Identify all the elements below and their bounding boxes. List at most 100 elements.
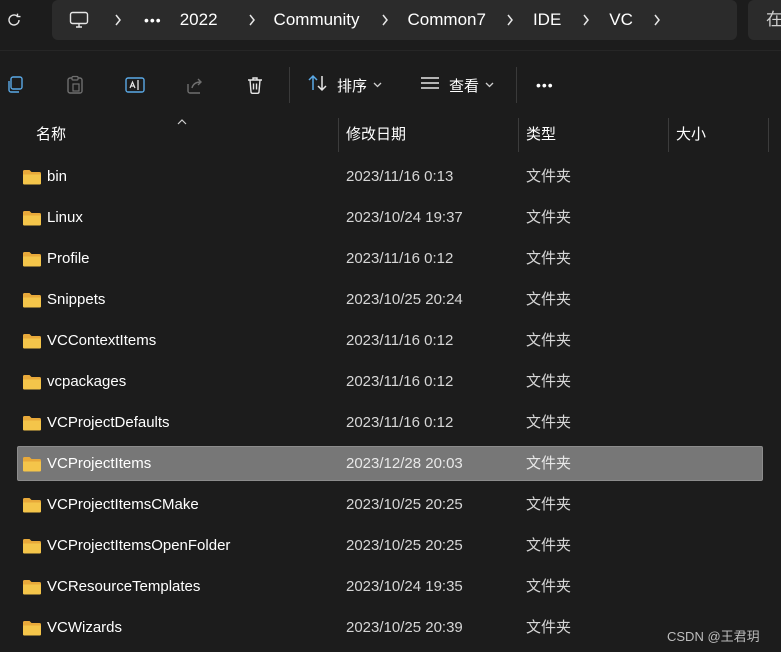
column-divider[interactable] <box>518 118 519 152</box>
address-bar-row: ••• 2022 Community Common7 IDE VC 在 <box>0 0 781 45</box>
view-button[interactable]: 查看 <box>419 73 494 97</box>
chevron-right-icon <box>379 13 391 27</box>
folder-icon <box>22 251 42 267</box>
file-name[interactable]: Linux <box>47 197 83 238</box>
folder-icon <box>22 497 42 513</box>
file-name[interactable]: bin <box>47 156 67 197</box>
file-row[interactable]: VCProjectDefaults 2023/11/16 0:12 文件夹 <box>0 402 781 443</box>
file-type: 文件夹 <box>526 414 572 431</box>
search-box[interactable]: 在 <box>748 0 781 40</box>
file-modified: 2023/11/16 0:12 <box>346 250 454 267</box>
sort-label: 排序 <box>337 77 368 95</box>
file-row[interactable]: VCProjectItems 2023/12/28 20:03 文件夹 <box>0 443 781 484</box>
file-row[interactable]: VCProjectItemsOpenFolder 2023/10/25 20:25… <box>0 525 781 566</box>
file-type: 文件夹 <box>526 578 572 595</box>
folder-icon <box>22 620 42 636</box>
file-name[interactable]: Profile <box>47 238 90 279</box>
file-modified: 2023/12/28 20:03 <box>346 455 463 472</box>
watermark: CSDN @王君玥 <box>667 629 760 644</box>
chevron-right-icon[interactable] <box>651 13 663 27</box>
view-label: 查看 <box>449 77 480 95</box>
file-type: 文件夹 <box>526 455 572 472</box>
file-type: 文件夹 <box>526 537 572 554</box>
file-modified: 2023/11/16 0:13 <box>346 168 454 185</box>
file-row[interactable]: Snippets 2023/10/25 20:24 文件夹 <box>0 279 781 320</box>
file-name[interactable]: vcpackages <box>47 361 126 402</box>
file-name[interactable]: VCProjectItemsCMake <box>47 484 199 525</box>
breadcrumb-item-ide[interactable]: IDE <box>533 0 561 40</box>
folder-icon <box>22 415 42 431</box>
column-divider[interactable] <box>338 118 339 152</box>
file-row[interactable]: VCWizards 2023/10/25 20:39 文件夹 <box>0 607 781 648</box>
sort-ascending-icon <box>177 118 187 128</box>
breadcrumb[interactable]: ••• 2022 Community Common7 IDE VC <box>52 0 737 40</box>
file-row[interactable]: VCContextItems 2023/11/16 0:12 文件夹 <box>0 320 781 361</box>
file-type: 文件夹 <box>526 496 572 513</box>
column-size[interactable]: 大小 <box>676 118 706 152</box>
file-name[interactable]: VCProjectItems <box>47 443 151 484</box>
file-row[interactable]: Profile 2023/11/16 0:12 文件夹 <box>0 238 781 279</box>
rename-icon[interactable] <box>124 74 146 96</box>
file-name[interactable]: VCWizards <box>47 607 122 648</box>
delete-icon[interactable] <box>244 74 266 96</box>
column-name[interactable]: 名称 <box>36 118 66 152</box>
breadcrumb-item-common7[interactable]: Common7 <box>408 0 486 40</box>
file-row[interactable]: VCProjectItemsCMake 2023/10/25 20:25 文件夹 <box>0 484 781 525</box>
file-modified: 2023/10/25 20:24 <box>346 291 463 308</box>
paste-icon[interactable] <box>64 74 86 96</box>
file-name[interactable]: VCProjectDefaults <box>47 402 170 443</box>
column-type[interactable]: 类型 <box>526 118 556 152</box>
breadcrumb-item-community[interactable]: Community <box>274 0 360 40</box>
file-type: 文件夹 <box>526 209 572 226</box>
folder-icon <box>22 292 42 308</box>
folder-icon <box>22 456 42 472</box>
folder-icon <box>22 579 42 595</box>
divider <box>289 67 290 103</box>
folder-icon <box>22 374 42 390</box>
column-header: 名称 修改日期 类型 大小 <box>0 118 781 152</box>
file-modified: 2023/11/16 0:12 <box>346 373 454 390</box>
file-row[interactable]: VCResourceTemplates 2023/10/24 19:35 文件夹 <box>0 566 781 607</box>
chevron-right-icon <box>112 13 124 27</box>
file-modified: 2023/11/16 0:12 <box>346 414 454 431</box>
folder-icon <box>22 169 42 185</box>
folder-icon <box>22 210 42 226</box>
file-name[interactable]: VCProjectItemsOpenFolder <box>47 525 230 566</box>
chevron-right-icon <box>246 13 258 27</box>
file-type: 文件夹 <box>526 250 572 267</box>
chevron-right-icon <box>504 13 516 27</box>
column-modified[interactable]: 修改日期 <box>346 118 406 152</box>
breadcrumb-overflow[interactable]: ••• <box>144 0 162 40</box>
file-name[interactable]: VCContextItems <box>47 320 156 361</box>
file-row[interactable]: vcpackages 2023/11/16 0:12 文件夹 <box>0 361 781 402</box>
file-modified: 2023/10/25 20:25 <box>346 496 463 513</box>
file-name[interactable]: Snippets <box>47 279 105 320</box>
command-bar: 排序 查看 ••• <box>0 50 781 118</box>
chevron-down-icon <box>373 80 382 91</box>
file-row[interactable]: bin 2023/11/16 0:13 文件夹 <box>0 156 781 197</box>
file-modified: 2023/11/16 0:12 <box>346 332 454 349</box>
folder-icon <box>22 333 42 349</box>
sort-button[interactable]: 排序 <box>307 73 382 97</box>
file-name[interactable]: VCResourceTemplates <box>47 566 200 607</box>
refresh-icon[interactable] <box>4 10 24 30</box>
file-modified: 2023/10/25 20:25 <box>346 537 463 554</box>
column-divider[interactable] <box>668 118 669 152</box>
column-divider[interactable] <box>768 118 769 152</box>
file-type: 文件夹 <box>526 291 572 308</box>
more-options-button[interactable]: ••• <box>536 73 554 97</box>
breadcrumb-item-vc[interactable]: VC <box>609 0 633 40</box>
share-icon[interactable] <box>184 74 206 96</box>
breadcrumb-item-2022[interactable]: 2022 <box>180 0 218 40</box>
file-list: bin 2023/11/16 0:13 文件夹 Linux 2023/10/24 19:… <box>0 156 781 648</box>
computer-icon[interactable] <box>68 10 90 30</box>
folder-icon <box>22 538 42 554</box>
chevron-right-icon <box>580 13 592 27</box>
file-row[interactable]: Linux 2023/10/24 19:37 文件夹 <box>0 197 781 238</box>
file-type: 文件夹 <box>526 332 572 349</box>
file-type: 文件夹 <box>526 373 572 390</box>
file-modified: 2023/10/24 19:37 <box>346 209 463 226</box>
file-type: 文件夹 <box>526 619 572 636</box>
copy-icon[interactable] <box>4 74 26 96</box>
file-modified: 2023/10/25 20:39 <box>346 619 463 636</box>
